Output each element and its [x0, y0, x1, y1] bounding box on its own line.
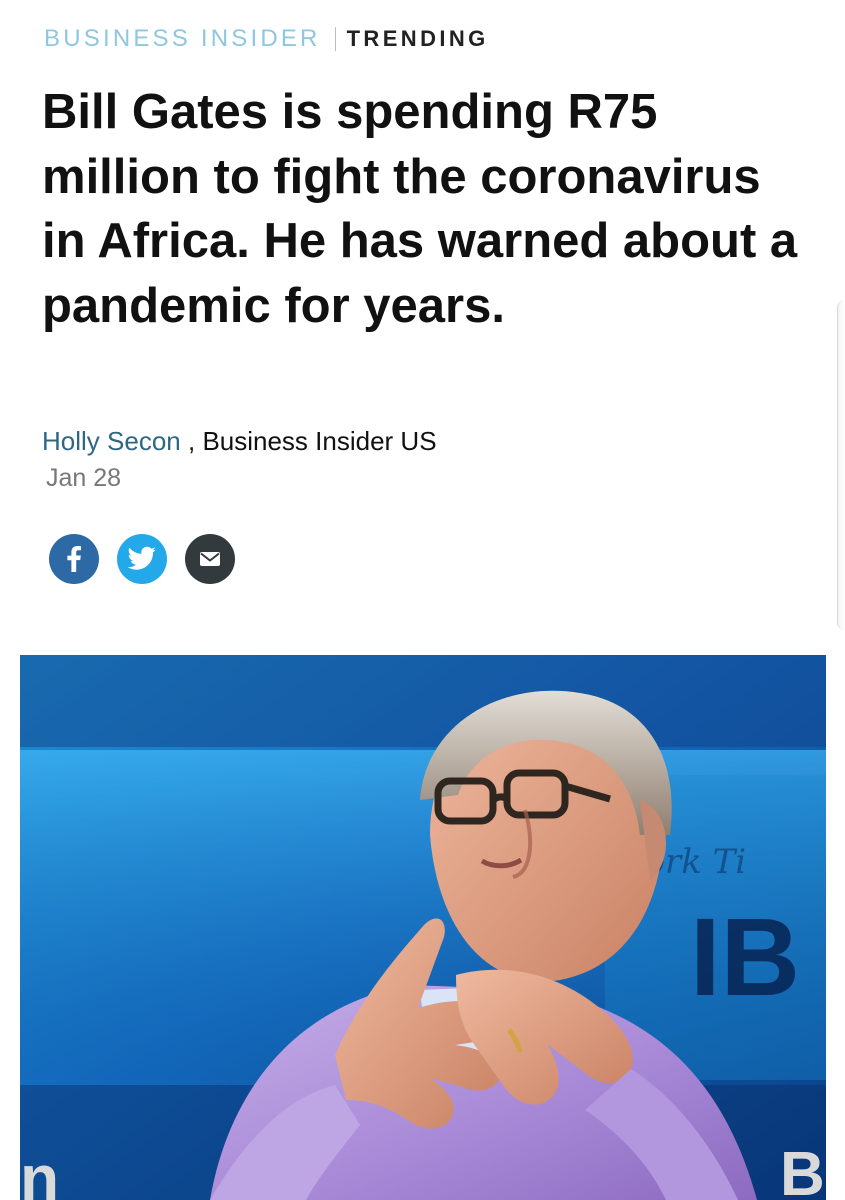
byline: Holly Secon , Business Insider US	[42, 424, 437, 458]
twitter-share-button[interactable]	[117, 534, 167, 584]
facebook-icon	[62, 545, 86, 573]
publication-name: Business Insider US	[202, 426, 437, 456]
article-headline: Bill Gates is spending R75 million to fi…	[42, 85, 798, 333]
trending-section-link[interactable]: TRENDING	[347, 26, 489, 52]
author-link[interactable]: Holly Secon	[42, 426, 181, 456]
article-hero-image: York Ti IB B n	[20, 655, 826, 1200]
backdrop-text-ib: IB	[690, 896, 800, 1019]
publish-date: Jan 28	[46, 464, 122, 492]
email-icon	[198, 550, 222, 568]
twitter-icon	[126, 545, 158, 573]
backdrop-text-b: B	[780, 1140, 825, 1200]
byline-separator: ,	[187, 426, 196, 456]
share-buttons	[49, 534, 235, 584]
backdrop-text-n: n	[20, 1142, 59, 1200]
facebook-share-button[interactable]	[49, 534, 99, 584]
page-scroll-edge[interactable]	[837, 300, 845, 630]
header-divider	[334, 27, 336, 51]
site-header: BUSINESS INSIDER TRENDING	[44, 26, 489, 52]
brand-logo[interactable]: BUSINESS INSIDER	[44, 26, 321, 52]
email-share-button[interactable]	[185, 534, 235, 584]
